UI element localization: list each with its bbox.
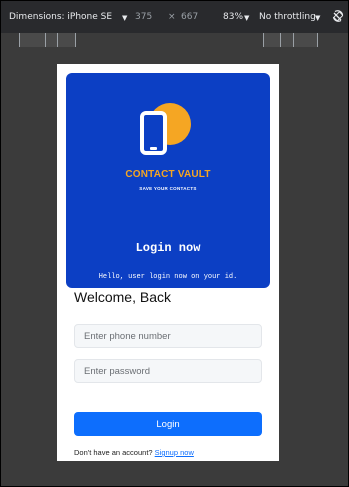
ruler-divider [19, 33, 20, 47]
ruler-divider [75, 33, 76, 47]
ruler-segment[interactable] [19, 33, 75, 47]
login-button[interactable]: Login [74, 412, 262, 436]
zoom-chevron-icon[interactable]: ▼ [244, 12, 249, 24]
welcome-heading: Welcome, Back [74, 289, 171, 305]
dimensions-chevron-icon[interactable]: ▼ [122, 12, 127, 24]
ruler-divider [317, 33, 318, 47]
device-screen: CONTACT VAULT SAVE YOUR CONTACTS Login n… [57, 64, 279, 461]
media-query-ruler [1, 33, 348, 48]
phone-input[interactable] [74, 324, 262, 348]
signup-line: Don't have an account? Signup now [74, 448, 194, 457]
times-sign: × [168, 12, 176, 22]
brand-tagline: SAVE YOUR CONTACTS [139, 186, 197, 191]
hero-subtitle: Hello, user login now on your id. [98, 273, 238, 281]
device-toolbar: Dimensions: iPhone SE ▼ 375 × 667 83% ▼ … [1, 1, 348, 33]
brand-name: CONTACT VAULT [125, 169, 211, 180]
signup-prompt: Don't have an account? [74, 448, 153, 457]
signup-link[interactable]: Signup now [155, 448, 194, 457]
hero-banner: CONTACT VAULT SAVE YOUR CONTACTS Login n… [66, 73, 270, 288]
ruler-divider [293, 33, 294, 47]
height-input[interactable]: 667 [181, 11, 198, 23]
throttling-chevron-icon[interactable]: ▼ [315, 12, 320, 24]
throttling-dropdown[interactable]: No throttling [259, 11, 316, 23]
ruler-segment[interactable] [263, 33, 317, 47]
ruler-divider [45, 33, 46, 47]
width-input[interactable]: 375 [135, 11, 152, 23]
hero-title: Login now [135, 241, 201, 255]
zoom-dropdown[interactable]: 83% [223, 11, 243, 23]
ruler-divider [57, 33, 58, 47]
rotate-icon[interactable] [331, 9, 345, 23]
ruler-divider [280, 33, 281, 47]
password-input[interactable] [74, 359, 262, 383]
dimensions-dropdown[interactable]: Dimensions: iPhone SE [9, 11, 112, 23]
phone-logo-icon [140, 103, 191, 155]
ruler-divider [263, 33, 264, 47]
